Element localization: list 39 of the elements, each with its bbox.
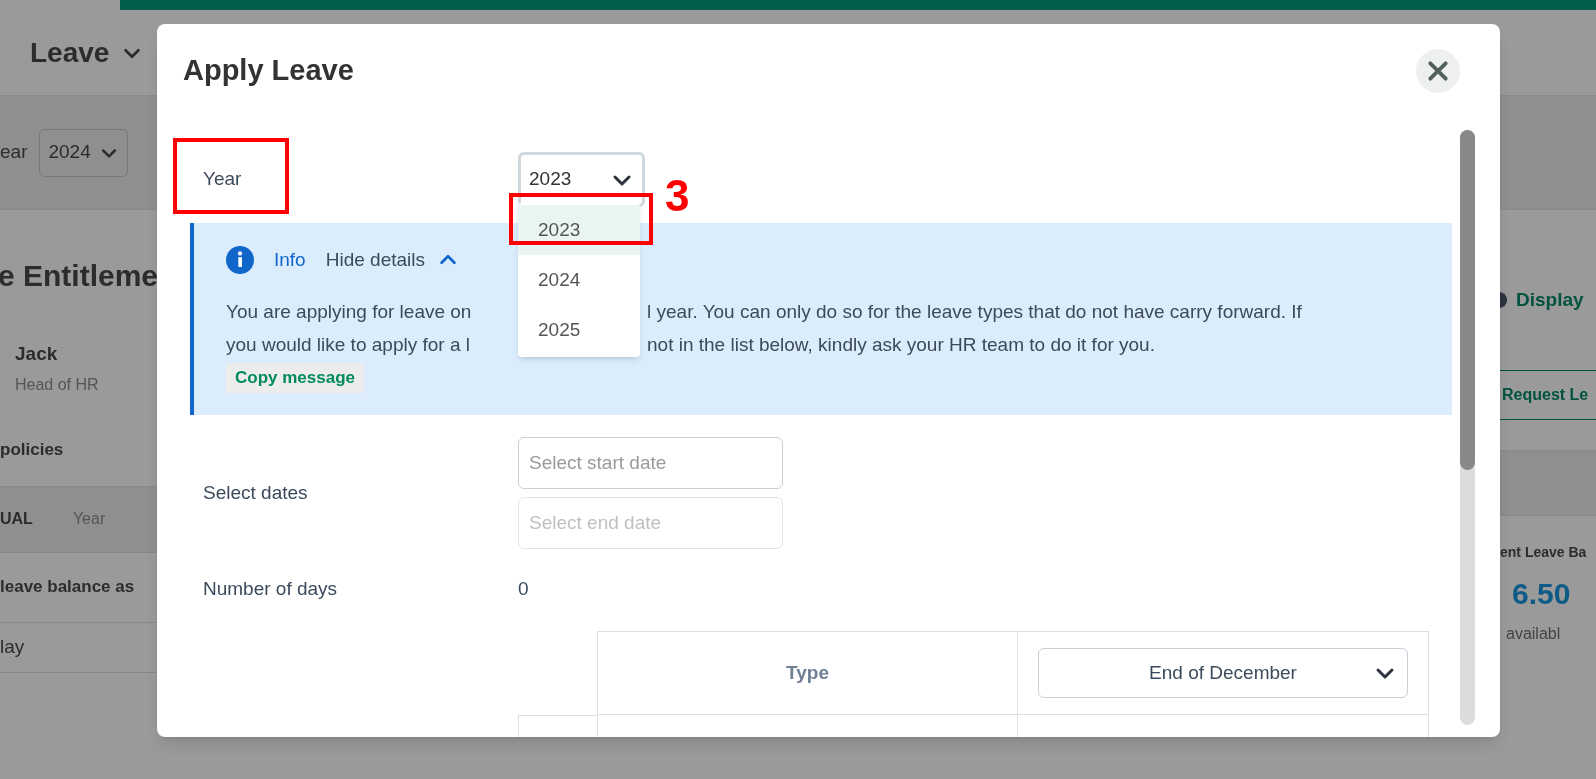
scrollbar-thumb[interactable] <box>1460 130 1475 470</box>
section-title: e Entitleme <box>0 257 157 294</box>
policies-label: policies <box>0 439 64 462</box>
hide-details-toggle[interactable]: Hide details <box>325 245 459 275</box>
year-option[interactable]: 2025 <box>518 305 640 355</box>
balance-caption: leave balance as <box>0 576 135 599</box>
year-option[interactable]: 2024 <box>518 255 640 305</box>
dialog-title: Apply Leave <box>183 53 354 89</box>
copy-message-button[interactable]: Copy message <box>226 363 364 393</box>
table-cell-text: lay <box>0 634 25 659</box>
employee-name: Jack <box>15 342 59 366</box>
dates-label: Select dates <box>202 480 309 505</box>
year-option[interactable]: 2023 <box>518 205 640 255</box>
balance-title: ent Leave Ba <box>1500 543 1587 562</box>
balance-unit: availabl <box>1506 624 1561 644</box>
days-label: Number of days <box>202 576 339 601</box>
days-value: 0 <box>518 576 529 601</box>
info-heading: Info <box>274 247 306 272</box>
year-select[interactable]: 2024 <box>39 128 128 177</box>
table-header: UAL <box>0 509 33 529</box>
info-text: l year. You can only do so for the leave types that do not have carry forward. If <box>647 300 1302 324</box>
close-button[interactable] <box>1416 49 1460 93</box>
employee-role: Head of HR <box>15 374 100 395</box>
info-icon <box>226 246 254 274</box>
table-header: Year <box>72 509 106 529</box>
page-title: Leave <box>30 35 110 70</box>
info-text: You are applying for leave on <box>226 300 473 324</box>
year-label: ear <box>0 140 28 165</box>
info-text: not in the list below, kindly ask your HR team to do it for you. <box>647 333 1155 357</box>
balance-value: 6.50 <box>1512 576 1571 612</box>
close-icon <box>1427 60 1449 82</box>
period-select[interactable]: End of December <box>1038 648 1408 698</box>
scrollbar-track[interactable] <box>1460 130 1475 725</box>
step-number: 3 <box>665 174 690 218</box>
start-date-field[interactable]: Select start date <box>518 437 783 489</box>
table-header: Type <box>786 660 829 685</box>
end-date-field[interactable]: Select end date <box>518 497 783 549</box>
info-text: you would like to apply for a l <box>226 333 471 357</box>
year-label: Year <box>202 167 243 192</box>
